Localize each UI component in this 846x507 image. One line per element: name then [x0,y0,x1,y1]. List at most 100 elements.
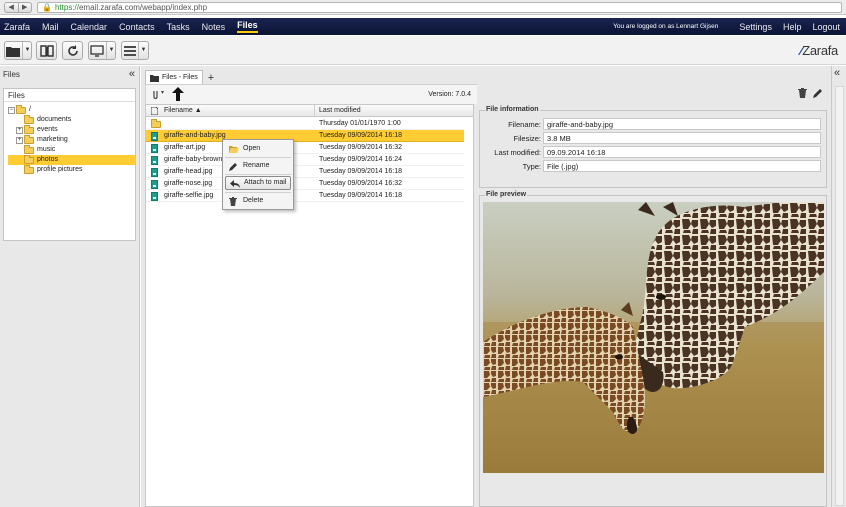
refresh-icon [67,44,78,56]
context-attach-to-mail[interactable]: Attach to mail [225,176,291,190]
tree-item-events[interactable]: + events [16,124,58,135]
brand-name: Zarafa [802,43,838,58]
table-row[interactable]: giraffe-head.jpg Tuesday 09/09/2014 16:18 [146,166,464,178]
brand-logo: ⁄Zarafa [800,43,838,58]
address-book-button[interactable] [36,41,57,60]
tree-item-marketing[interactable]: + marketing [16,134,68,145]
folder-icon [24,124,34,134]
table-row[interactable]: Thursday 01/01/1970 1:00 [146,118,464,130]
row-filename: giraffe-head.jpg [164,168,213,175]
type-field: File (.jpg) [543,160,821,172]
folder-tree: Files − / documents + events + marketing music p… [3,88,136,241]
table-row[interactable]: giraffe-nose.jpg Tuesday 09/09/2014 16:32 [146,178,464,190]
tab-files[interactable]: Files [237,20,258,33]
folder-icon [16,104,26,114]
preview-image [483,202,824,473]
tree-item-profile-pictures[interactable]: profile pictures [16,164,83,175]
context-rename-label: Rename [243,162,270,169]
browser-bar: ◀ ▶ 🔒 https://email.zarafa.com/webapp/ind… [0,0,846,15]
expand-icon[interactable]: + [16,126,23,134]
context-rename[interactable]: Rename [225,159,291,173]
chevron-down-icon[interactable]: ▼ [105,42,114,59]
logout-link[interactable]: Logout [812,22,840,32]
menu-button[interactable]: ▼ [121,41,149,60]
tab-files-label: Files - Files [162,74,198,81]
expand-right-icon[interactable]: « [834,67,840,79]
new-file-button[interactable]: ▼ [4,41,32,60]
logon-status: You are logged on as Lennart Gijsen [613,23,719,30]
main-navigation: Zarafa Mail Calendar Contacts Tasks Notes File… [0,18,846,35]
new-tab-icon[interactable]: + [208,72,214,84]
trash-icon[interactable] [798,88,807,98]
last-modified-label: Last modified: [494,148,541,157]
paperclip-icon[interactable] [152,89,159,100]
tab-files[interactable]: Files - Files [145,70,203,84]
nav-tabs: Zarafa Mail Calendar Contacts Tasks Notes File… [4,18,270,35]
image-file-icon [151,156,158,165]
chevron-down-icon[interactable]: ▼ [137,42,146,59]
tree-item-photos[interactable]: photos [16,154,58,165]
tree-item-music[interactable]: music [16,144,56,155]
type-label: Type: [522,162,541,171]
main-toolbar: ▼ ▼ ▼ ⁄Zarafa [0,36,846,65]
chevron-down-icon[interactable]: ▼ [21,42,30,59]
giraffe-photo [483,202,824,473]
preview-panel: File information Filename: giraffe-and-b… [477,66,831,507]
tree-item-label: music [37,146,56,153]
chevron-down-icon[interactable]: ▾ [161,89,164,96]
collapse-icon[interactable]: − [8,106,15,114]
tree-item-label: events [37,126,58,133]
back-icon[interactable]: ◀ [5,3,18,12]
table-row[interactable]: giraffe-art.jpg Tuesday 09/09/2014 16:32 [146,142,464,154]
tree-item-documents[interactable]: documents [16,114,72,125]
filesize-field: 3.8 MB [543,132,821,144]
table-row[interactable]: giraffe-baby-brown.jpg Tuesday 09/09/2014… [146,154,464,166]
refresh-button[interactable] [62,41,83,60]
row-last-modified: Tuesday 09/09/2014 16:18 [319,132,403,139]
image-file-icon [151,132,158,141]
column-last-modified[interactable]: Last modified [314,105,361,116]
column-filename[interactable]: Filename ▲ [164,105,202,116]
context-separator [225,192,291,193]
table-row[interactable]: giraffe-and-baby.jpg Tuesday 09/09/2014 1… [146,130,464,142]
tab-tasks[interactable]: Tasks [167,22,190,32]
preview-toolbar [798,88,823,98]
tab-zarafa[interactable]: Zarafa [4,22,30,32]
url-scheme: https:// [54,3,79,12]
tree-item-root[interactable]: − / [8,104,31,115]
row-filename: giraffe-nose.jpg [164,180,213,187]
view-mode-button[interactable]: ▼ [88,41,116,60]
last-modified-field: 09.09.2014 16:18 [543,146,821,158]
book-icon [39,44,54,57]
context-attach-label: Attach to mail [244,179,287,186]
info-row-type: Type: File (.jpg) [480,160,828,173]
address-bar[interactable]: 🔒 https://email.zarafa.com/webapp/index.p… [37,2,842,13]
row-filename: giraffe-and-baby.jpg [164,132,226,139]
help-link[interactable]: Help [783,22,802,32]
settings-link[interactable]: Settings [739,22,772,32]
arrow-up-icon[interactable] [172,87,184,101]
context-delete[interactable]: Delete [225,194,291,208]
row-last-modified: Tuesday 09/09/2014 16:18 [319,168,403,175]
tab-contacts[interactable]: Contacts [119,22,155,32]
tree-item-label: documents [37,116,72,123]
collapse-left-icon[interactable]: « [129,68,135,80]
version-label: Version: 7.0.4 [428,91,471,98]
table-row[interactable]: giraffe-selfie.jpg Tuesday 09/09/2014 16:… [146,190,464,202]
tab-mail[interactable]: Mail [42,22,59,32]
forward-icon[interactable]: ▶ [17,3,32,12]
tab-notes[interactable]: Notes [202,22,226,32]
context-delete-label: Delete [243,197,264,204]
file-information-section: File information Filename: giraffe-and-b… [479,106,828,188]
context-open[interactable]: Open [225,142,291,156]
context-separator [225,157,291,158]
vertical-scrollbar[interactable] [835,86,844,506]
expand-icon[interactable]: + [16,136,23,144]
file-preview-legend: File preview [485,191,528,198]
pencil-icon[interactable] [813,88,823,98]
context-separator [225,174,291,175]
tab-calendar[interactable]: Calendar [71,22,108,32]
folder-icon [150,74,159,82]
file-information-legend: File information [485,106,540,113]
context-open-label: Open [243,145,261,152]
